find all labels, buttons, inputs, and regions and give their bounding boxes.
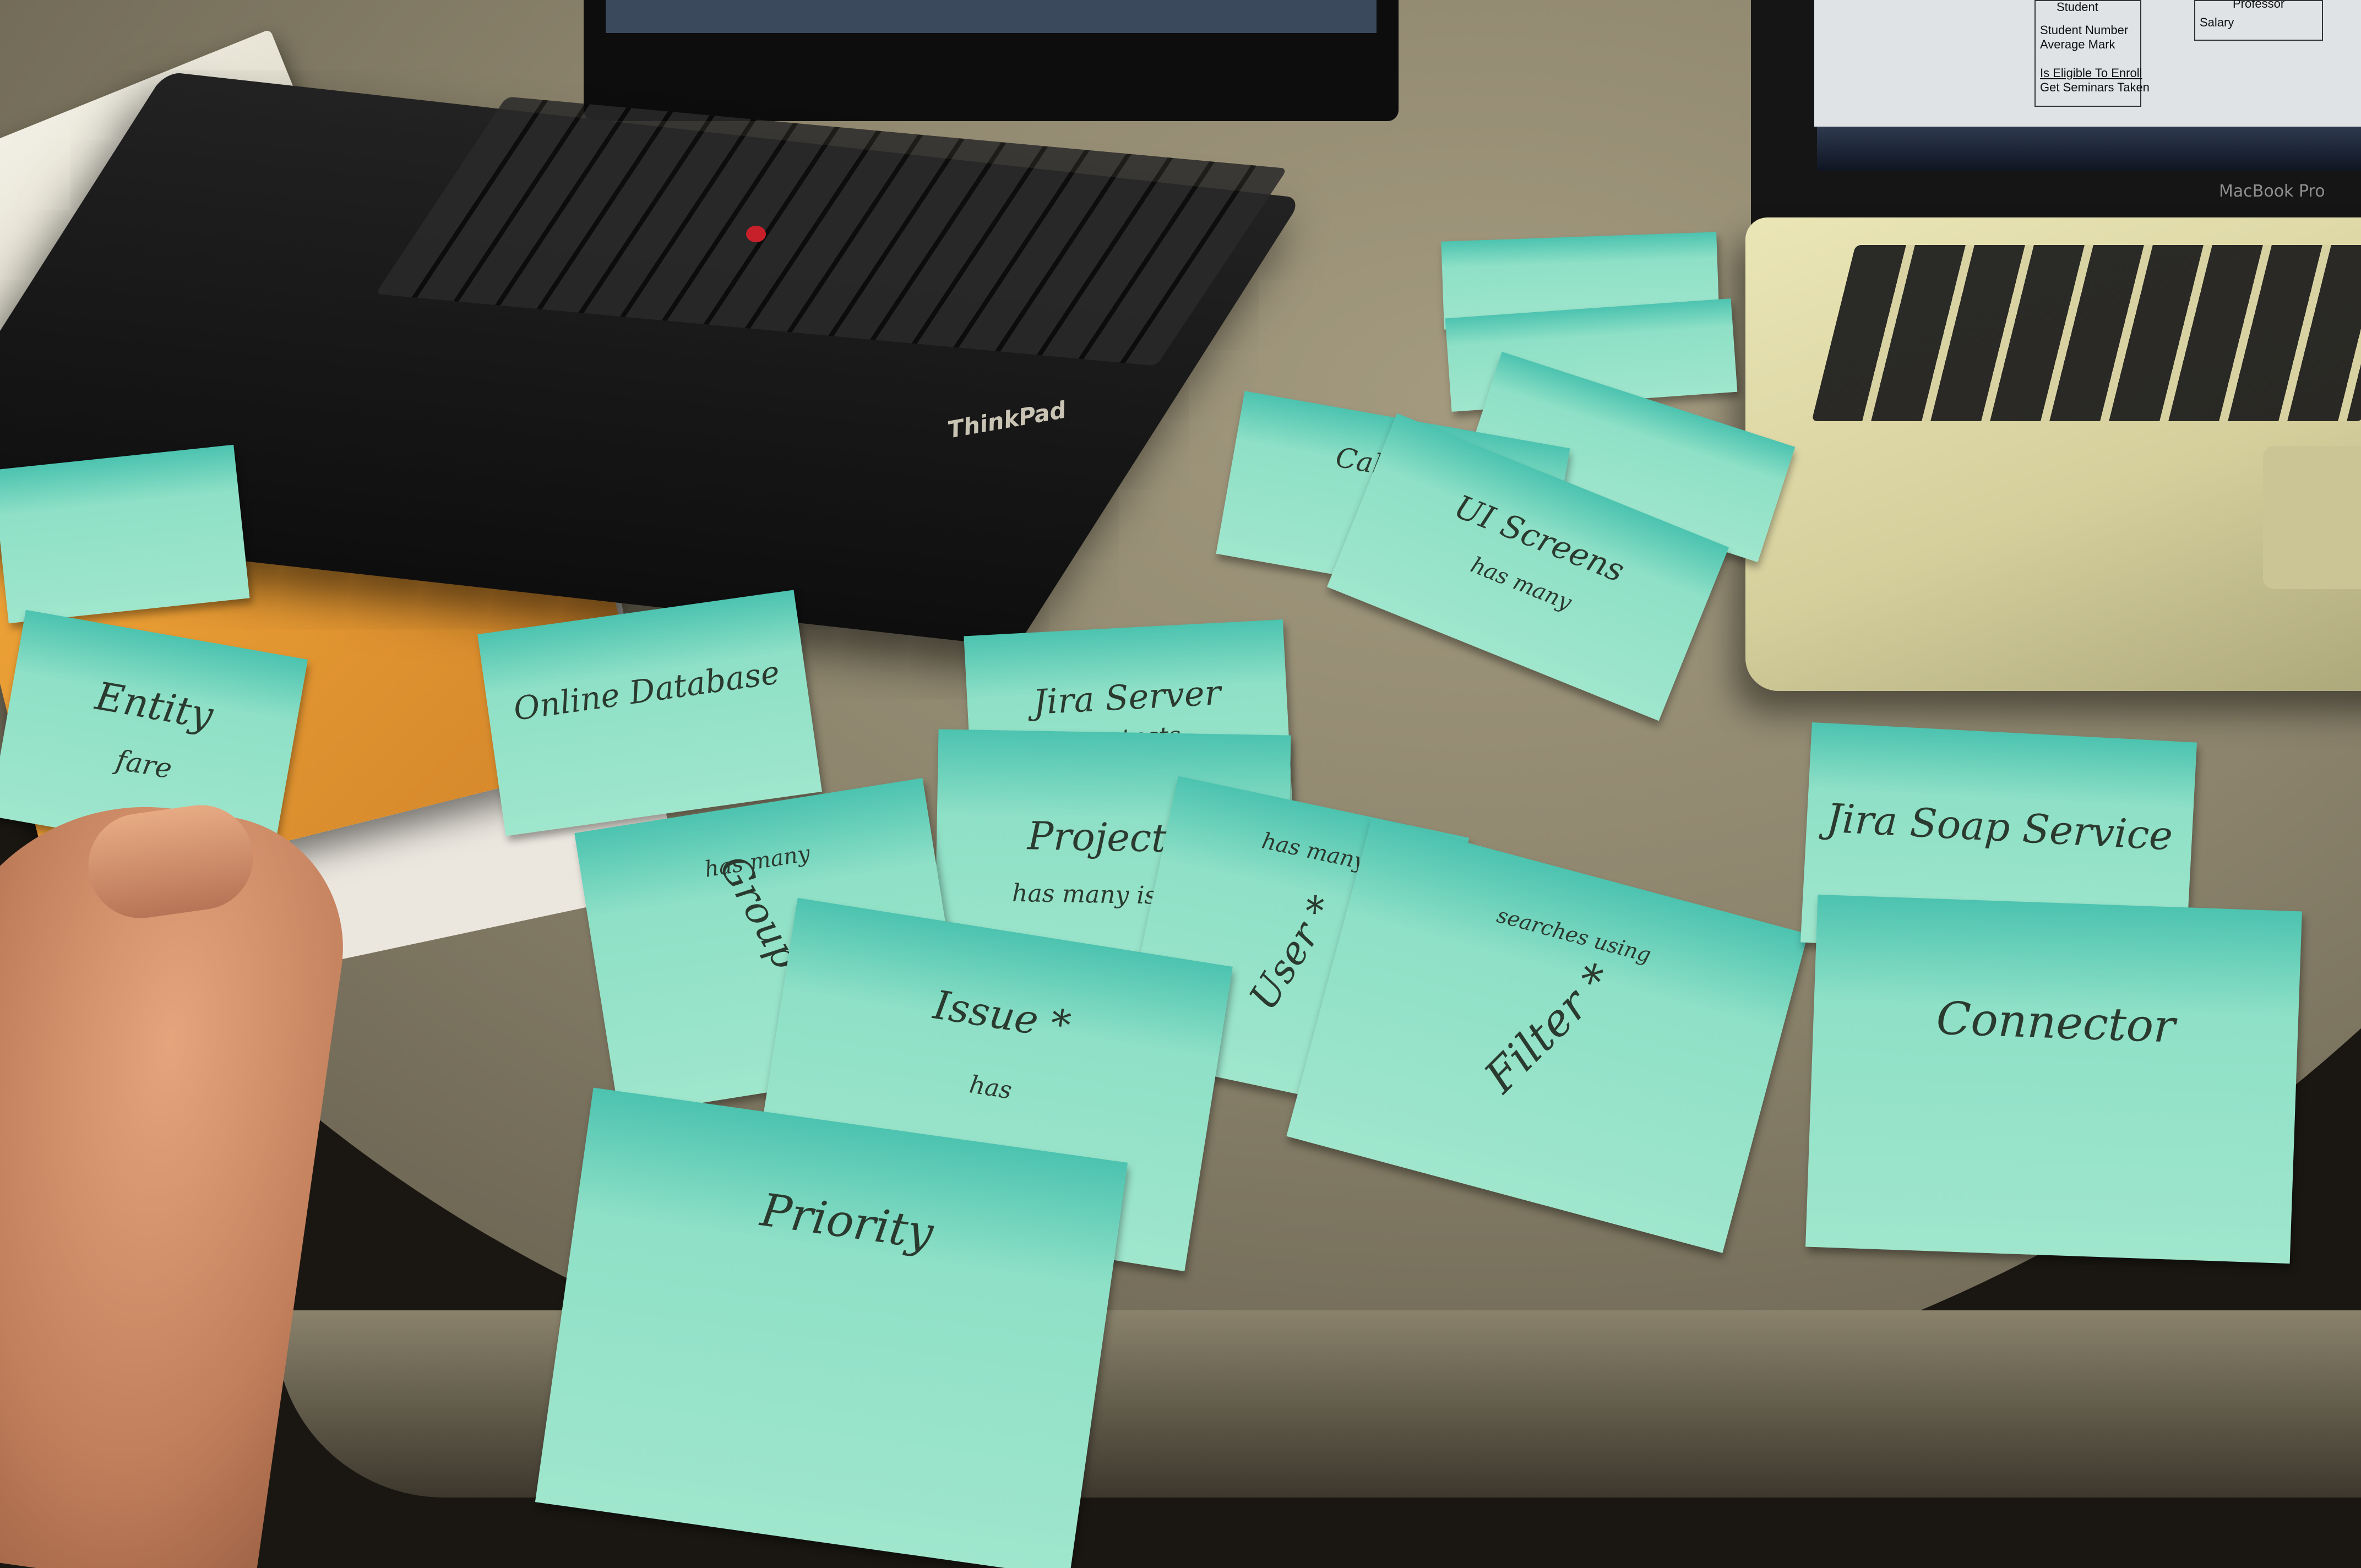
trackpoint: [746, 226, 766, 242]
uml-student-method-2: Get Seminars Taken: [2040, 80, 2150, 94]
note-label: Jira Soap Service: [1825, 794, 2174, 859]
note-label: Jira Server: [1032, 672, 1222, 722]
mac-dock: [1817, 127, 2361, 171]
macbook-label: MacBook Pro: [2219, 182, 2325, 201]
uml-professor-attr: Salary: [2200, 15, 2234, 29]
uml-student-method-1: Is Eligible To Enroll: [2040, 66, 2142, 80]
uml-student-attr-1: Student Number: [2040, 23, 2129, 37]
macbook-screen: Student Student Number Average Mark Is E…: [1814, 0, 2361, 127]
note-label: Connector: [1935, 992, 2176, 1053]
sticky-note-priority: Priority: [535, 1087, 1128, 1568]
uml-professor-title: Professor: [2233, 0, 2285, 10]
note-label: Online Database: [511, 653, 782, 728]
photo-scene: ThinkPad Student Student Number Average …: [0, 0, 2361, 1568]
note-label: Priority: [757, 1184, 937, 1260]
macbook-keyboard: [1811, 245, 2361, 421]
sticky-note-blank: [0, 444, 250, 624]
sticky-note-connector: Connector: [1805, 894, 2302, 1264]
macbook-trackpad: [2263, 446, 2361, 589]
uml-student-title: Student: [2057, 0, 2098, 14]
uml-student-attr-2: Average Mark: [2040, 37, 2115, 51]
thinkpad-screen: [606, 0, 1377, 33]
